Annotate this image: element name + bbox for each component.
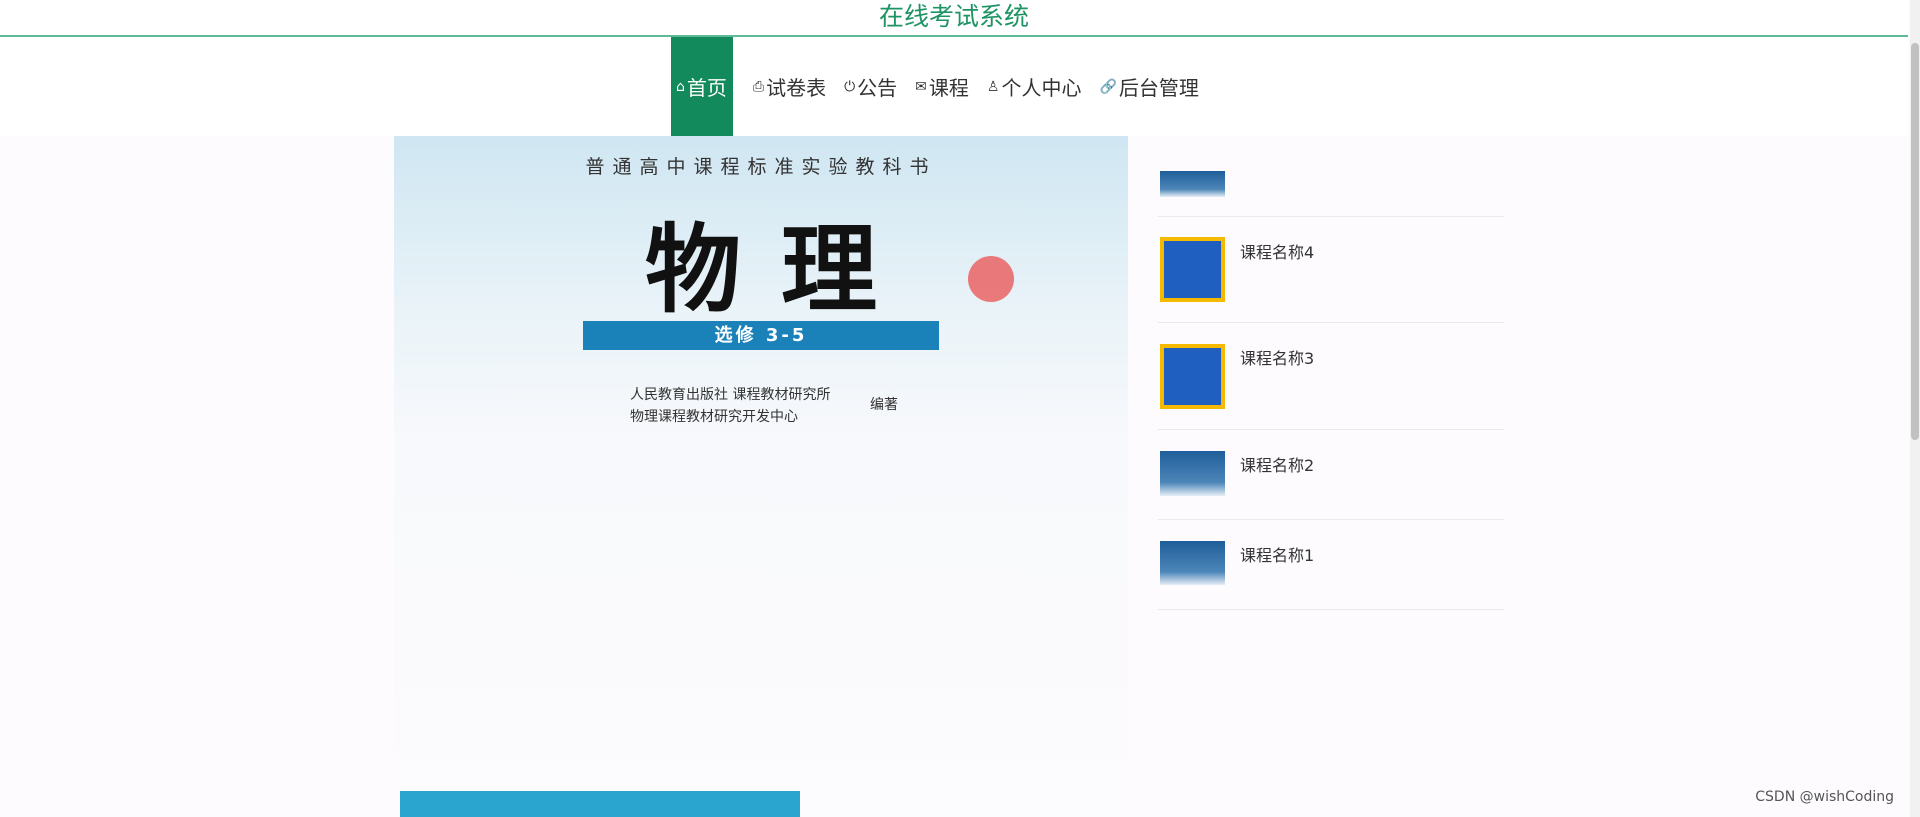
site-title: 在线考试系统	[878, 2, 1029, 31]
cursor-highlight	[968, 256, 1014, 302]
book-series: 普通高中课程标准实验教科书	[585, 156, 937, 178]
watermark: CSDN @wishCoding	[1755, 789, 1894, 805]
nav-label: 课程	[928, 76, 969, 100]
course-item[interactable]: 课程名称1	[1158, 520, 1504, 610]
nav-admin[interactable]: 🔗 后台管理	[1093, 37, 1210, 136]
course-thumbnail	[1160, 344, 1225, 409]
nav-announcements[interactable]: ⏻ 公告	[838, 37, 909, 136]
course-item[interactable]	[1158, 136, 1504, 217]
envelope-icon: ✉	[915, 78, 927, 95]
link-icon: 🔗	[1099, 78, 1117, 95]
nav-exam-papers[interactable]: ⎙ 试卷表	[747, 37, 838, 136]
nav-label: 试卷表	[766, 76, 827, 100]
carousel-book-cover[interactable]: 普通高中课程标准实验教科书 物理 选修 3-5 人民教育出版社 课程教材研究所物…	[394, 136, 1128, 817]
course-thumbnail	[1160, 451, 1225, 496]
cover-illustration	[400, 791, 800, 817]
nav-label: 首页	[686, 76, 727, 100]
course-thumbnail	[1160, 171, 1225, 197]
course-item[interactable]: 课程名称3	[1158, 323, 1504, 430]
book-publishers: 人民教育出版社 课程教材研究所 物理课程教材研究开发中心	[630, 384, 830, 428]
power-icon: ⏻	[844, 78, 856, 95]
scrollbar-thumb[interactable]	[1911, 43, 1919, 440]
book-volume: 选修 3-5	[583, 321, 939, 350]
nav-label: 公告	[857, 76, 898, 100]
site-header: 在线考试系统	[0, 0, 1908, 37]
nav-personal-center[interactable]: ♙ 个人中心	[981, 37, 1094, 136]
main-nav: ⌂ 首页 ⎙ 试卷表 ⏻ 公告 ✉ 课程 ♙ 个人中心 🔗 后台管理	[0, 37, 1908, 136]
course-item[interactable]: 课程名称4	[1158, 217, 1504, 323]
publisher-line: 物理课程教材研究开发中心	[630, 409, 798, 425]
nav-courses[interactable]: ✉ 课程	[909, 37, 981, 136]
course-item[interactable]: 课程名称2	[1158, 430, 1504, 520]
course-name[interactable]: 课程名称2	[1240, 452, 1314, 476]
user-icon: ♙	[986, 78, 1000, 95]
book-role: 编著	[870, 397, 898, 413]
course-name[interactable]: 课程名称3	[1240, 345, 1314, 369]
course-thumbnail	[1160, 237, 1225, 302]
printer-icon: ⎙	[752, 78, 765, 95]
nav-label: 个人中心	[1001, 76, 1082, 100]
publisher-line: 人民教育出版社 课程教材研究所	[630, 387, 831, 403]
nav-home[interactable]: ⌂ 首页	[671, 37, 733, 136]
scrollbar[interactable]	[1910, 0, 1920, 817]
book-title: 物理	[645, 213, 917, 326]
course-name[interactable]: 课程名称4	[1240, 239, 1314, 263]
course-thumbnail	[1160, 541, 1225, 585]
nav-label: 后台管理	[1118, 76, 1199, 100]
course-name[interactable]: 课程名称1	[1240, 542, 1314, 566]
home-icon: ⌂	[676, 78, 685, 95]
